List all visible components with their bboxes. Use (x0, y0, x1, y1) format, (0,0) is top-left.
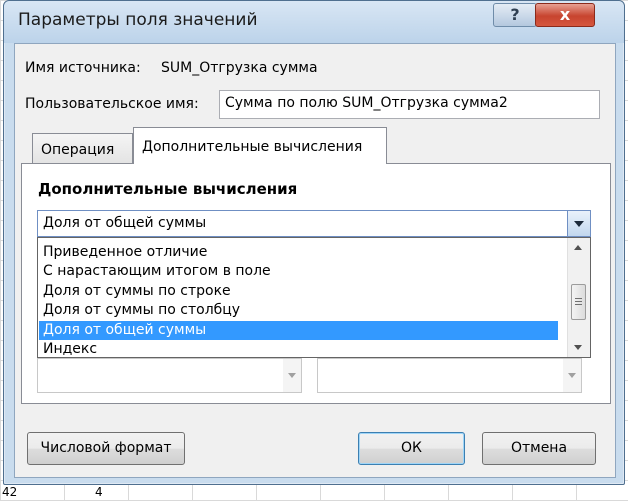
source-name-value: SUM_Отгрузка сумма (161, 60, 318, 76)
title-bar[interactable]: Параметры поля значений ? x (4, 1, 624, 43)
grip-line (575, 301, 582, 302)
scroll-up-arrow-icon[interactable] (574, 245, 582, 250)
help-button[interactable]: ? (493, 3, 537, 27)
section-title: Дополнительные вычисления (38, 180, 298, 198)
scroll-down-arrow-icon[interactable] (568, 373, 576, 378)
source-name-label: Имя источника: (25, 60, 141, 76)
base-item-list[interactable] (317, 358, 582, 393)
dropdown-option[interactable]: С нарастающим итогом в поле (39, 262, 558, 281)
cancel-button[interactable]: Отмена (482, 432, 596, 465)
close-icon: x (559, 5, 571, 24)
dropdown-arrow-button[interactable] (567, 211, 590, 236)
scroll-down-arrow-icon[interactable] (288, 373, 296, 378)
ok-button[interactable]: ОК (358, 432, 465, 465)
cell-value: 4 (95, 485, 103, 499)
tab-label: Операция (41, 142, 115, 158)
scroll-down-arrow-icon[interactable] (574, 345, 582, 350)
dropdown-option[interactable]: Приведенное отличие (39, 243, 558, 262)
custom-name-label: Пользовательское имя: (25, 96, 199, 112)
tab-operation[interactable]: Операция (32, 133, 133, 164)
scrollbar-thumb[interactable] (571, 284, 586, 320)
tab-additional-calculations[interactable]: Дополнительные вычисления (133, 127, 387, 164)
dropdown-scrollbar[interactable] (567, 238, 590, 357)
base-field-list[interactable] (37, 358, 302, 393)
chevron-down-icon (574, 221, 584, 227)
dropdown-option[interactable]: Доля от суммы по столбцу (39, 301, 558, 320)
row-number: 42 (2, 485, 18, 499)
grip-line (575, 304, 582, 305)
close-button[interactable]: x (535, 3, 595, 27)
dropdown-option[interactable]: Индекс (39, 340, 558, 356)
dropdown-option-selected[interactable]: Доля от общей суммы (39, 321, 558, 340)
grip-line (575, 298, 582, 299)
custom-name-input[interactable]: Сумма по полю SUM_Отгрузка сумма2 (219, 90, 600, 119)
dropdown-option[interactable]: Доля от суммы по строке (39, 282, 558, 301)
calculation-combobox[interactable]: Доля от общей суммы (37, 210, 591, 237)
list-scrollbar[interactable] (283, 359, 301, 392)
list-scrollbar[interactable] (563, 359, 581, 392)
calculation-dropdown-list: Приведенное отличие С нарастающим итогом… (37, 237, 591, 358)
combobox-value: Доля от общей суммы (43, 215, 207, 231)
number-format-button[interactable]: Числовой формат (27, 432, 185, 465)
dialog-title: Параметры поля значений (18, 10, 258, 30)
question-mark-icon: ? (510, 5, 520, 24)
tab-label: Дополнительные вычисления (142, 139, 363, 155)
